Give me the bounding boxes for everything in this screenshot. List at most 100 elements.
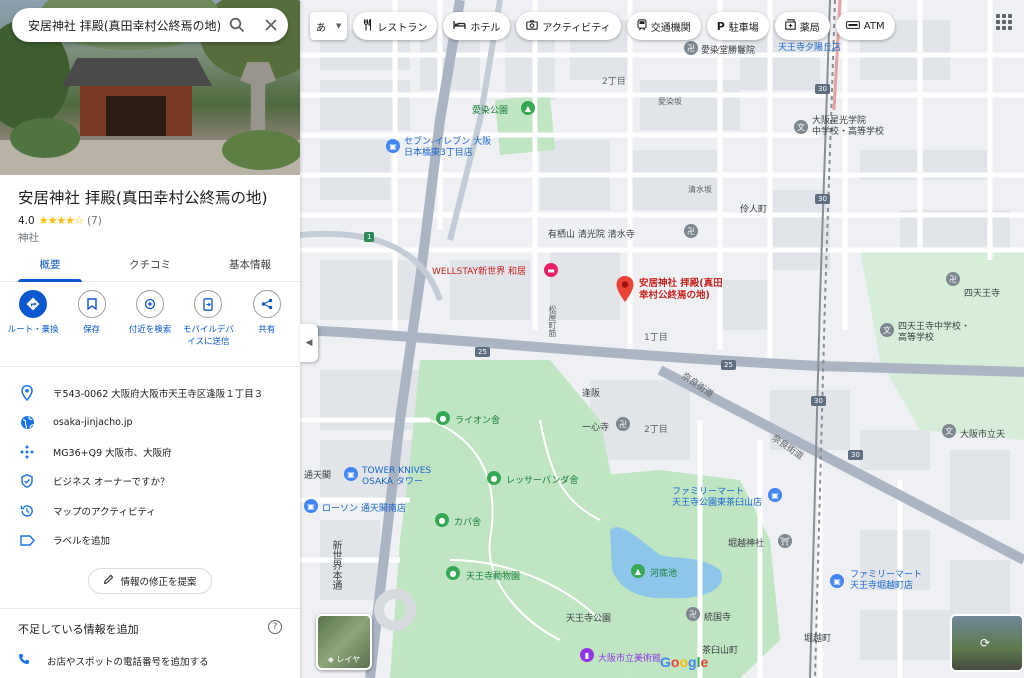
shopping-bag-icon[interactable]: ▣ [304,499,318,513]
suggest-edit-button[interactable]: 情報の修正を提案 [88,568,212,594]
label-lawson[interactable]: ローソン 通天閣南店 [322,501,406,514]
search-icon[interactable] [220,8,254,42]
collapse-panel-button[interactable]: ◀ [300,324,318,362]
chip-parking[interactable]: P 駐車場 [706,12,769,40]
street-view-thumbnail[interactable]: ⟳ [950,614,1024,672]
hotel-icon[interactable]: ▬ [544,263,558,277]
label-museum[interactable]: 大阪市立美術館 [598,651,661,664]
rating-row[interactable]: 4.0 ★★★★☆ (7) [18,214,102,227]
shopping-bag-icon[interactable]: ▣ [768,488,782,502]
add-phone-row[interactable]: お店やスポットの電話番号を追加する [18,653,209,668]
paw-icon[interactable]: ● [446,566,460,580]
review-count[interactable]: (7) [87,215,102,227]
school-icon[interactable]: 文 [880,323,894,337]
shopping-bag-icon[interactable]: ▣ [386,139,400,153]
label-zoo[interactable]: 天王寺動物園 [466,569,520,582]
paw-icon[interactable]: ● [435,513,449,527]
map-canvas[interactable]: ▲ 愛染公園 ▣ セブン-イレブン 大阪 日本橋東3丁目店 卍 愛染堂勝鬘院 天… [300,0,1024,678]
ime-label: あ [316,22,326,34]
temple-icon[interactable]: 卍 [946,272,960,286]
label-horikoshi-cho: 堀越町 [804,634,832,644]
label-tower-knives[interactable]: TOWER KNIVES OSAKA タワー [362,466,431,488]
label-familymart-2[interactable]: ファミリーマート 天王寺堀越町店 [850,570,922,592]
info-plus-code[interactable]: MG36+Q9 大阪市、大阪府 [0,437,300,467]
route-shield: 30 [811,396,826,406]
label-tennoji-park[interactable]: 天王寺公園 [566,611,611,624]
website-text: osaka-jinjacho.jp [53,416,133,428]
place-category[interactable]: 神社 [18,230,39,245]
label-tsutenkaku[interactable]: 通天閣 [304,468,331,481]
label-shitennoji-school[interactable]: 四天王寺中学校・ 高等学校 [898,322,970,344]
label-familymart-1[interactable]: ファミリーマート 天王寺公園東茶臼山店 [672,487,762,509]
chip-hotel[interactable]: ホテル [443,12,511,40]
directions-label: ルート・乗換 [7,325,59,335]
chip-restaurant[interactable]: レストラン [353,12,438,40]
apps-grid-icon[interactable] [996,14,1012,30]
info-map-activity[interactable]: マップのアクティビティ [0,496,300,526]
paw-icon[interactable]: ● [436,411,450,425]
nearby-button[interactable]: 付近を検索 [122,290,178,360]
label-tennoji-yuhigaoka[interactable]: 天王寺夕陽丘店 [778,40,841,53]
info-website[interactable]: osaka-jinjacho.jp [0,408,300,438]
label-arisuyama[interactable]: 有栖山 清光院 清水寺 [548,227,635,240]
pin-label[interactable]: 安居神社 拝殿(真田 幸村公終焉の地) [639,278,723,302]
temple-icon[interactable]: 卍 [684,41,698,55]
label-shitennoji[interactable]: 四天王寺 [964,286,1000,299]
chip-transit-label: 交通機関 [650,22,691,34]
label-osaka-seiko[interactable]: 大阪星光学院 中学校・高等学校 [812,116,884,138]
route-shield: 1 [364,232,375,242]
label-isshinji[interactable]: 一心寺 [582,420,609,433]
label-chome2-top: 2丁目 [602,77,626,87]
place-pin-icon[interactable] [616,276,634,302]
label-wellstay[interactable]: WELLSTAY新世界 和居 [432,264,526,277]
shopping-bag-icon[interactable]: ▣ [344,467,358,481]
temple-icon[interactable]: 卍 [616,417,630,431]
chip-pharmacy-label: 薬局 [799,22,820,34]
park-icon[interactable]: ▲ [631,564,645,578]
chip-pharmacy[interactable]: 薬局 [774,12,830,40]
search-input[interactable]: 安居神社 拝殿(真田幸村公終焉の地) [28,17,220,34]
globe-icon [18,413,36,431]
park-icon[interactable]: ▲ [521,101,535,115]
label-aizen-park[interactable]: 愛染公園 [472,103,508,116]
label-kawazoko[interactable]: 河底池 [650,566,677,579]
chip-atm[interactable]: ATM [835,12,895,40]
label-osaka-tennoji[interactable]: 大阪市立天 [960,427,1005,440]
label-lion[interactable]: ライオン舎 [455,413,500,426]
tab-reviews[interactable]: クチコミ [100,252,200,281]
label-hippo[interactable]: カバ舎 [454,515,481,528]
chip-activities[interactable]: アクティビティ [516,12,621,40]
info-address[interactable]: 〒543-0062 大阪府大阪市天王寺区逢阪１丁目３ [0,378,300,408]
label-aizen-dept[interactable]: 愛染堂勝鬘院 [701,43,755,56]
tab-about[interactable]: 基本情報 [200,252,300,281]
close-icon[interactable] [254,8,288,42]
directions-button[interactable]: ルート・乗換 [5,290,61,360]
input-method-button[interactable]: あ ▼ [310,12,348,40]
paw-icon[interactable]: ● [487,471,501,485]
search-box[interactable]: 安居神社 拝殿(真田幸村公終焉の地) [12,8,288,42]
temple-icon[interactable]: 卍 [684,224,698,238]
label-horikoshi-shrine[interactable]: 堀越神社 [728,536,764,549]
school-icon[interactable]: 文 [794,120,808,134]
info-add-label[interactable]: ラベルを追加 [0,526,300,556]
layers-label: ◈ レイヤ [318,654,370,665]
shopping-bag-icon[interactable]: ▣ [830,574,844,588]
museum-icon[interactable]: ▮ [580,648,594,662]
google-letter: e [700,654,709,670]
school-icon[interactable]: 文 [942,424,956,438]
share-button[interactable]: 共有 [239,290,295,360]
shrine-icon[interactable]: ⛩ [778,534,792,548]
label-lesser-panda[interactable]: レッサーパンダ舎 [506,473,578,486]
temple-icon[interactable]: 卍 [686,607,700,621]
label-seven-eleven[interactable]: セブン-イレブン 大阪 日本橋東3丁目店 [404,137,491,159]
help-icon[interactable]: ? [268,620,282,634]
info-claim-business[interactable]: ビジネス オーナーですか？ [0,467,300,497]
tab-overview[interactable]: 概要 [0,252,100,282]
layers-button[interactable]: ◈ レイヤ [316,614,372,670]
send-to-phone-button[interactable]: モバイルデバイスに送信 [180,290,236,360]
fork-knife-icon [363,17,373,34]
send-to-phone-icon [194,290,223,318]
chip-transit[interactable]: 交通機関 [626,12,701,40]
save-button[interactable]: 保存 [64,290,120,360]
label-tokoji[interactable]: 統国寺 [704,610,731,623]
